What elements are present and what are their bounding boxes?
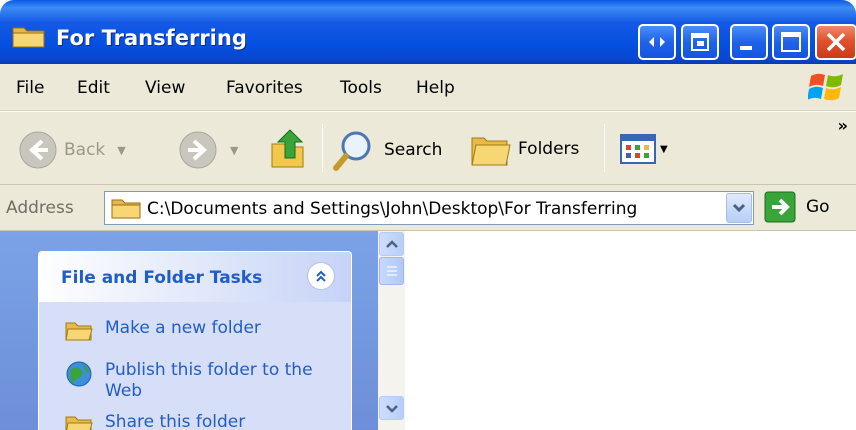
chevron-down-icon	[385, 405, 398, 413]
task-label: Publish this folder to the Web	[105, 360, 313, 401]
go-button[interactable]: Go	[764, 191, 830, 223]
standard-toolbar: Back ▼ ▼ Search Folders ▼ »	[0, 111, 856, 185]
scroll-down-button[interactable]	[379, 396, 404, 420]
file-folder-tasks-panel: File and Folder Tasks Make a new folder …	[38, 251, 352, 430]
file-list-area[interactable]	[405, 231, 856, 430]
new-folder-icon	[65, 322, 93, 341]
scroll-up-button[interactable]	[379, 232, 404, 256]
minimize-icon	[740, 46, 752, 50]
share-folder-icon	[65, 416, 93, 430]
scroll-thumb[interactable]	[379, 257, 404, 285]
chevron-down-icon	[732, 203, 746, 213]
address-label: Address	[6, 198, 74, 218]
forward-button[interactable]: ▼	[178, 130, 238, 170]
forward-dropdown-icon[interactable]: ▼	[230, 144, 238, 157]
task-publish-web[interactable]: Publish this folder to the Web	[65, 360, 335, 402]
task-pane-scrollbar[interactable]	[378, 231, 405, 430]
menu-view[interactable]: View	[145, 78, 185, 98]
close-icon	[826, 32, 846, 52]
tile-windows-button[interactable]	[638, 24, 676, 60]
views-button[interactable]: ▼	[620, 134, 668, 164]
search-icon	[333, 131, 371, 171]
title-bar[interactable]: For Transferring	[0, 0, 856, 64]
windows-logo-icon	[808, 73, 843, 101]
chevron-up-icon	[385, 240, 398, 248]
folder-icon	[111, 199, 141, 219]
restore-alt-button[interactable]	[681, 24, 719, 60]
views-icon	[620, 134, 656, 164]
folders-label: Folders	[518, 139, 580, 159]
folder-icon	[12, 27, 45, 48]
up-folder-icon	[271, 129, 304, 168]
task-panel-header[interactable]: File and Folder Tasks	[39, 252, 351, 302]
window-title: For Transferring	[56, 26, 247, 50]
up-folder-button[interactable]	[268, 126, 308, 172]
close-button[interactable]	[815, 24, 856, 60]
views-dropdown-icon[interactable]: ▼	[660, 144, 668, 155]
toolbar-overflow-icon[interactable]: »	[838, 116, 848, 135]
menu-file[interactable]: File	[16, 78, 44, 98]
folders-icon	[471, 137, 511, 166]
folders-button[interactable]: Folders	[470, 130, 579, 168]
menu-edit[interactable]: Edit	[77, 78, 110, 98]
address-field[interactable]: C:\Documents and Settings\John\Desktop\F…	[104, 191, 754, 225]
task-make-new-folder[interactable]: Make a new folder	[65, 318, 261, 342]
menu-favorites[interactable]: Favorites	[226, 78, 303, 98]
collapse-button[interactable]	[307, 262, 335, 290]
back-dropdown-icon[interactable]: ▼	[117, 144, 125, 157]
menu-help[interactable]: Help	[416, 78, 455, 98]
go-arrow-icon	[764, 191, 796, 223]
go-label: Go	[806, 197, 830, 217]
menu-tools[interactable]: Tools	[340, 78, 382, 98]
task-share-folder[interactable]: Share this folder	[65, 412, 245, 430]
search-button[interactable]: Search	[332, 128, 442, 172]
collapse-chevron-icon	[316, 270, 326, 282]
back-label: Back	[64, 140, 106, 160]
maximize-icon	[781, 32, 801, 52]
address-dropdown-button[interactable]	[726, 193, 752, 223]
cascade-icon	[691, 33, 709, 51]
maximize-button[interactable]	[772, 24, 810, 60]
back-button[interactable]: Back ▼	[18, 130, 126, 170]
minimize-button[interactable]	[730, 24, 768, 60]
tile-icon	[649, 37, 665, 47]
back-arrow-icon	[19, 131, 57, 169]
forward-arrow-icon	[179, 131, 217, 169]
address-bar: Address C:\Documents and Settings\John\D…	[0, 185, 856, 231]
task-label: Share this folder	[105, 412, 246, 430]
task-panel-title: File and Folder Tasks	[61, 268, 263, 288]
menu-bar: File Edit View Favorites Tools Help	[0, 64, 856, 111]
task-label: Make a new folder	[105, 318, 261, 338]
address-value[interactable]: C:\Documents and Settings\John\Desktop\F…	[147, 199, 637, 219]
search-label: Search	[384, 140, 443, 160]
grip-icon	[387, 266, 397, 276]
publish-web-icon	[66, 361, 92, 387]
